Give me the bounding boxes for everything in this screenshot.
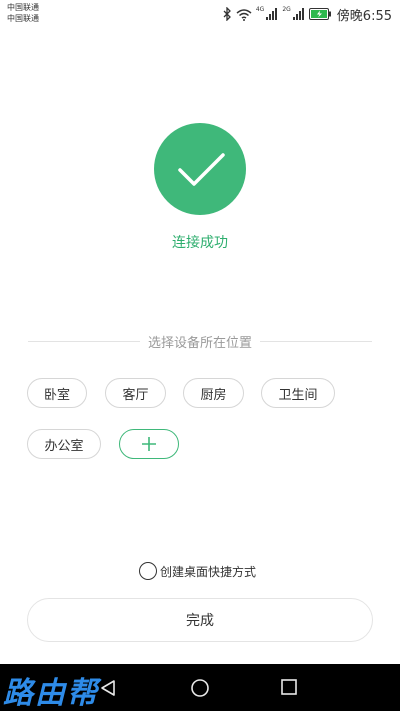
bluetooth-icon bbox=[223, 7, 232, 21]
location-divider: 选择设备所在位置 bbox=[28, 331, 373, 351]
room-chip-bedroom[interactable]: 卧室 bbox=[27, 378, 87, 408]
navigation-bar: 路由帮 bbox=[0, 664, 400, 711]
success-badge bbox=[154, 123, 246, 215]
wifi-icon bbox=[236, 8, 252, 21]
room-chip-kitchen[interactable]: 厨房 bbox=[183, 378, 244, 408]
signal-icon-1 bbox=[266, 8, 278, 20]
carrier-2: 中国联通 bbox=[7, 14, 39, 23]
room-chip-bathroom[interactable]: 卫生间 bbox=[261, 378, 335, 408]
home-icon[interactable] bbox=[190, 678, 210, 702]
room-chip-living-room[interactable]: 客厅 bbox=[105, 378, 166, 408]
location-section-label: 选择设备所在位置 bbox=[148, 335, 253, 351]
network-type-2: 2G bbox=[282, 5, 291, 13]
divider-line-right bbox=[260, 340, 373, 342]
status-bar: 中国联通 中国联通 4G 2G 傍晚6:55 bbox=[0, 0, 400, 28]
clock: 傍晚6:55 bbox=[336, 8, 392, 24]
shortcut-option[interactable]: 创建桌面快捷方式 bbox=[139, 561, 256, 581]
check-icon bbox=[178, 153, 225, 186]
done-button[interactable]: 完成 bbox=[27, 598, 373, 642]
signal-icon-2 bbox=[292, 8, 305, 20]
status-icons: 4G 2G 傍晚6:55 bbox=[223, 5, 392, 24]
recent-apps-icon[interactable] bbox=[280, 678, 298, 700]
add-room-button[interactable] bbox=[119, 429, 179, 459]
back-icon[interactable] bbox=[98, 678, 118, 702]
room-chip-office[interactable]: 办公室 bbox=[27, 429, 101, 459]
carrier-info: 中国联通 中国联通 bbox=[7, 2, 39, 24]
shortcut-label: 创建桌面快捷方式 bbox=[160, 564, 257, 579]
divider-line-left bbox=[28, 340, 140, 342]
success-message: 连接成功 bbox=[172, 235, 228, 251]
network-type-1: 4G bbox=[255, 5, 265, 13]
battery-charging-icon bbox=[308, 8, 331, 20]
watermark: 路由帮 bbox=[3, 676, 99, 711]
carrier-1: 中国联通 bbox=[7, 3, 39, 12]
plus-icon bbox=[142, 437, 156, 451]
shortcut-radio[interactable] bbox=[139, 562, 157, 580]
